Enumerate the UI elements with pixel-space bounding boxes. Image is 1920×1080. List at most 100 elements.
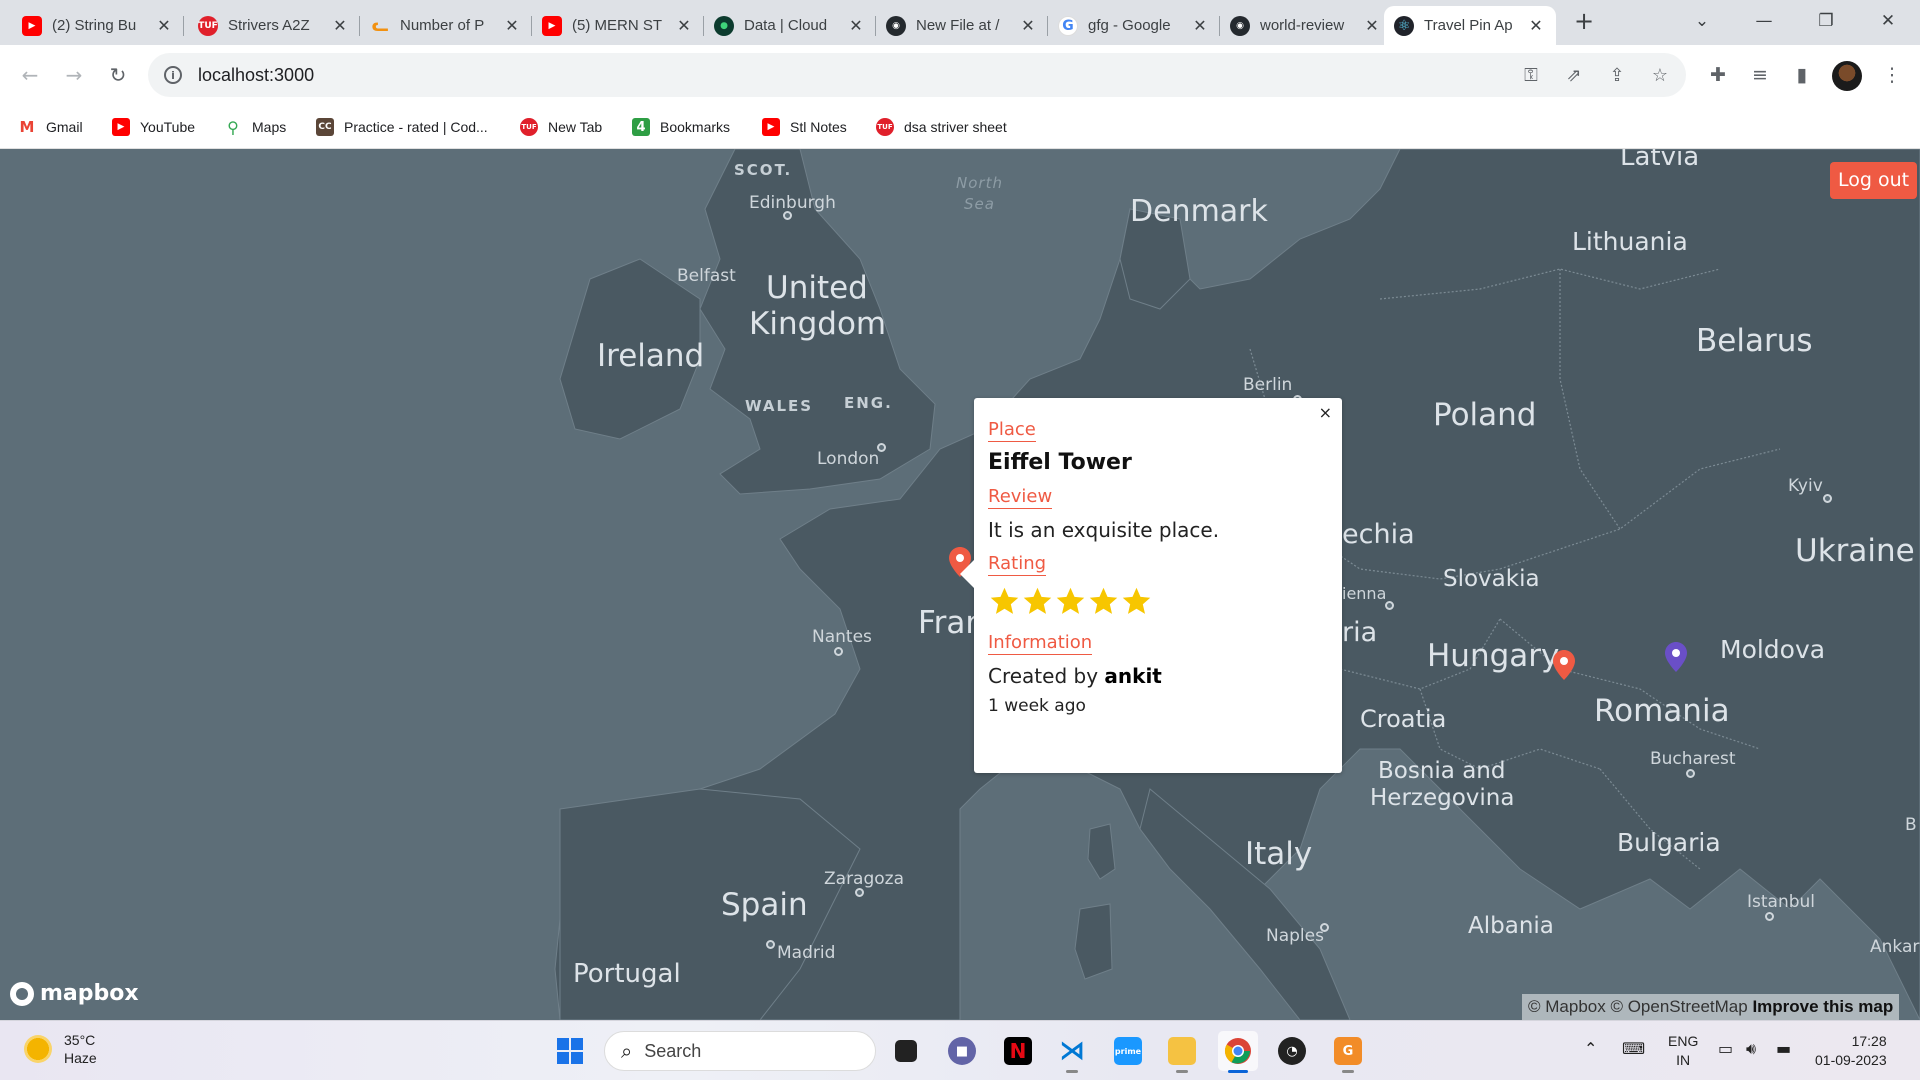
forward-icon[interactable]: → [58, 59, 90, 91]
map-label-england: ENG. [844, 394, 893, 412]
youtube-icon: ▶ [542, 15, 562, 36]
address-bar[interactable]: i localhost:3000 ⚿ ⇗ ⇪ ☆ [148, 53, 1686, 97]
task-view-glyph [895, 1040, 917, 1062]
mapbox-logo[interactable]: mapbox [10, 981, 139, 1006]
github-icon: ◉ [886, 15, 906, 36]
bookmark-maps[interactable]: ⚲ Maps [224, 116, 286, 138]
file-explorer-icon[interactable] [1162, 1031, 1202, 1073]
language-indicator[interactable]: ENG IN [1668, 1032, 1698, 1070]
vscode-icon[interactable]: ⋊ [1052, 1031, 1092, 1073]
restore-icon[interactable]: ❐ [1806, 6, 1846, 36]
close-tab-icon[interactable]: ✕ [1526, 16, 1546, 35]
map-canvas[interactable]: Latvia Lithuania Belarus Denmark United … [0, 149, 1920, 1020]
map-label-zaragoza: Zaragoza [824, 869, 905, 889]
taskbar-search[interactable]: ⌕ Search [604, 1031, 876, 1071]
profile-avatar[interactable] [1832, 61, 1862, 91]
side-panel-icon[interactable]: ▮ [1790, 63, 1814, 87]
obs-icon[interactable]: ◔ [1272, 1031, 1312, 1071]
site-info-icon[interactable]: i [164, 66, 182, 84]
browser-tab[interactable]: ◉ New File at / ✕ [876, 6, 1048, 45]
browser-tab[interactable]: ◉ world-review ✕ [1220, 6, 1392, 45]
app-icon[interactable]: G [1328, 1031, 1368, 1073]
keyboard-icon[interactable]: ⌨ [1622, 1039, 1645, 1058]
tab-search-icon[interactable]: ⌄ [1682, 6, 1722, 36]
back-icon[interactable]: ← [14, 59, 46, 91]
improve-map-link[interactable]: Improve this map [1752, 997, 1893, 1016]
netflix-icon[interactable]: N [998, 1031, 1038, 1071]
map-label-berlin: Berlin [1243, 375, 1293, 395]
browser-tab[interactable]: G gfg - Google ✕ [1048, 6, 1220, 45]
bookmark-new-tab[interactable]: TUF New Tab [520, 116, 602, 138]
open-in-app-icon[interactable]: ⇗ [1563, 65, 1585, 87]
volume-icon[interactable]: 🔊︎ [1746, 1039, 1756, 1059]
system-clock[interactable]: 17:28 01-09-2023 [1815, 1032, 1887, 1070]
map-label-bucharest: Bucharest [1650, 749, 1736, 769]
reload-icon[interactable]: ↻ [102, 59, 134, 91]
browser-tab-active[interactable]: ⚛ Travel Pin Ap ✕ [1384, 6, 1556, 45]
browser-tab[interactable]: TUF Strivers A2Z ✕ [188, 6, 360, 45]
key-icon[interactable]: ⚿ [1520, 65, 1542, 87]
tab-title: Travel Pin Ap [1424, 17, 1513, 34]
youtube-icon: ▶ [22, 15, 42, 36]
bookmark-label: Stl Notes [790, 119, 847, 135]
tab-strip: ▶ (2) String Bu ✕ TUF Strivers A2Z ✕ ᓚ N… [0, 0, 1920, 45]
location-pin-icon[interactable] [1553, 650, 1575, 680]
network-icon[interactable]: ▭ [1718, 1039, 1733, 1058]
windows-start-icon[interactable] [550, 1031, 590, 1071]
tab-title: Data | Cloud [744, 17, 828, 34]
search-placeholder: Search [644, 1040, 702, 1061]
popup-tip [960, 560, 974, 588]
menu-kebab-icon[interactable]: ⋮ [1880, 63, 1904, 87]
browser-tab[interactable]: ▶ (5) MERN ST ✕ [532, 6, 704, 45]
logout-button[interactable]: Log out [1830, 162, 1918, 199]
task-view-icon[interactable] [886, 1031, 926, 1071]
new-tab-icon[interactable]: + [1564, 6, 1604, 36]
tab-title: Number of P [400, 17, 485, 34]
map-label-moldova: Moldova [1720, 635, 1826, 664]
map-attribution: © Mapbox © OpenStreetMap Improve this ma… [1522, 994, 1900, 1020]
bookmark-practice[interactable]: CC Practice - rated | Cod... [316, 116, 488, 138]
popup-close-icon[interactable]: × [1319, 403, 1332, 422]
close-tab-icon[interactable]: ✕ [846, 16, 866, 35]
close-tab-icon[interactable]: ✕ [154, 16, 174, 35]
bookmark-bookmarks[interactable]: 4 Bookmarks [632, 116, 730, 138]
map-label-portugal: Portugal [573, 959, 681, 989]
close-tab-icon[interactable]: ✕ [330, 16, 350, 35]
bookmark-dsa-sheet[interactable]: TUF dsa striver sheet [876, 116, 1007, 138]
time-ago: 1 week ago [988, 696, 1086, 716]
browser-tab[interactable]: ᓚ Number of P ✕ [360, 6, 532, 45]
close-tab-icon[interactable]: ✕ [1362, 16, 1382, 35]
teams-chat-icon[interactable]: ■ [942, 1031, 982, 1071]
clock-date: 01-09-2023 [1815, 1052, 1887, 1068]
prime-glyph: prime [1114, 1037, 1142, 1065]
close-tab-icon[interactable]: ✕ [674, 16, 694, 35]
browser-tab[interactable]: ▶ (2) String Bu ✕ [12, 6, 184, 45]
browser-tab[interactable]: ● Data | Cloud ✕ [704, 6, 876, 45]
share-icon[interactable]: ⇪ [1606, 65, 1628, 87]
bookmark-stl-notes[interactable]: ▶ Stl Notes [762, 116, 847, 138]
close-tab-icon[interactable]: ✕ [1190, 16, 1210, 35]
bookmark-star-icon[interactable]: ☆ [1649, 65, 1671, 87]
place-label: Place [988, 419, 1036, 442]
close-tab-icon[interactable]: ✕ [502, 16, 522, 35]
attribution-text[interactable]: © Mapbox © OpenStreetMap [1528, 997, 1748, 1016]
battery-icon[interactable]: ▬ [1776, 1039, 1791, 1058]
location-pin-icon[interactable] [1665, 642, 1687, 672]
extensions-icon[interactable]: ✚ [1706, 63, 1730, 87]
created-by: Created by ankit [988, 664, 1328, 688]
map-label-madrid: Madrid [777, 943, 836, 963]
close-tab-icon[interactable]: ✕ [1018, 16, 1038, 35]
prime-video-icon[interactable]: prime [1108, 1031, 1148, 1071]
review-text: It is an exquisite place. [988, 518, 1220, 542]
chevron-up-icon[interactable]: ⌃ [1584, 1039, 1597, 1058]
close-window-icon[interactable]: ✕ [1868, 6, 1908, 36]
media-control-icon[interactable]: ≡ [1748, 63, 1772, 87]
chrome-icon[interactable] [1218, 1031, 1258, 1073]
sea-label-line-2: Sea [964, 195, 995, 213]
netflix-glyph: N [1004, 1037, 1032, 1065]
weather-widget[interactable]: 35°C Haze [24, 1031, 97, 1067]
minimize-icon[interactable]: — [1744, 6, 1784, 36]
bookmark-youtube[interactable]: ▶ YouTube [112, 116, 195, 138]
bookmark-gmail[interactable]: M Gmail [18, 116, 83, 138]
windows-taskbar: 35°C Haze ⌕ Search ■ N ⋊ prime ◔ G ⌃ ⌨ E… [0, 1020, 1920, 1080]
